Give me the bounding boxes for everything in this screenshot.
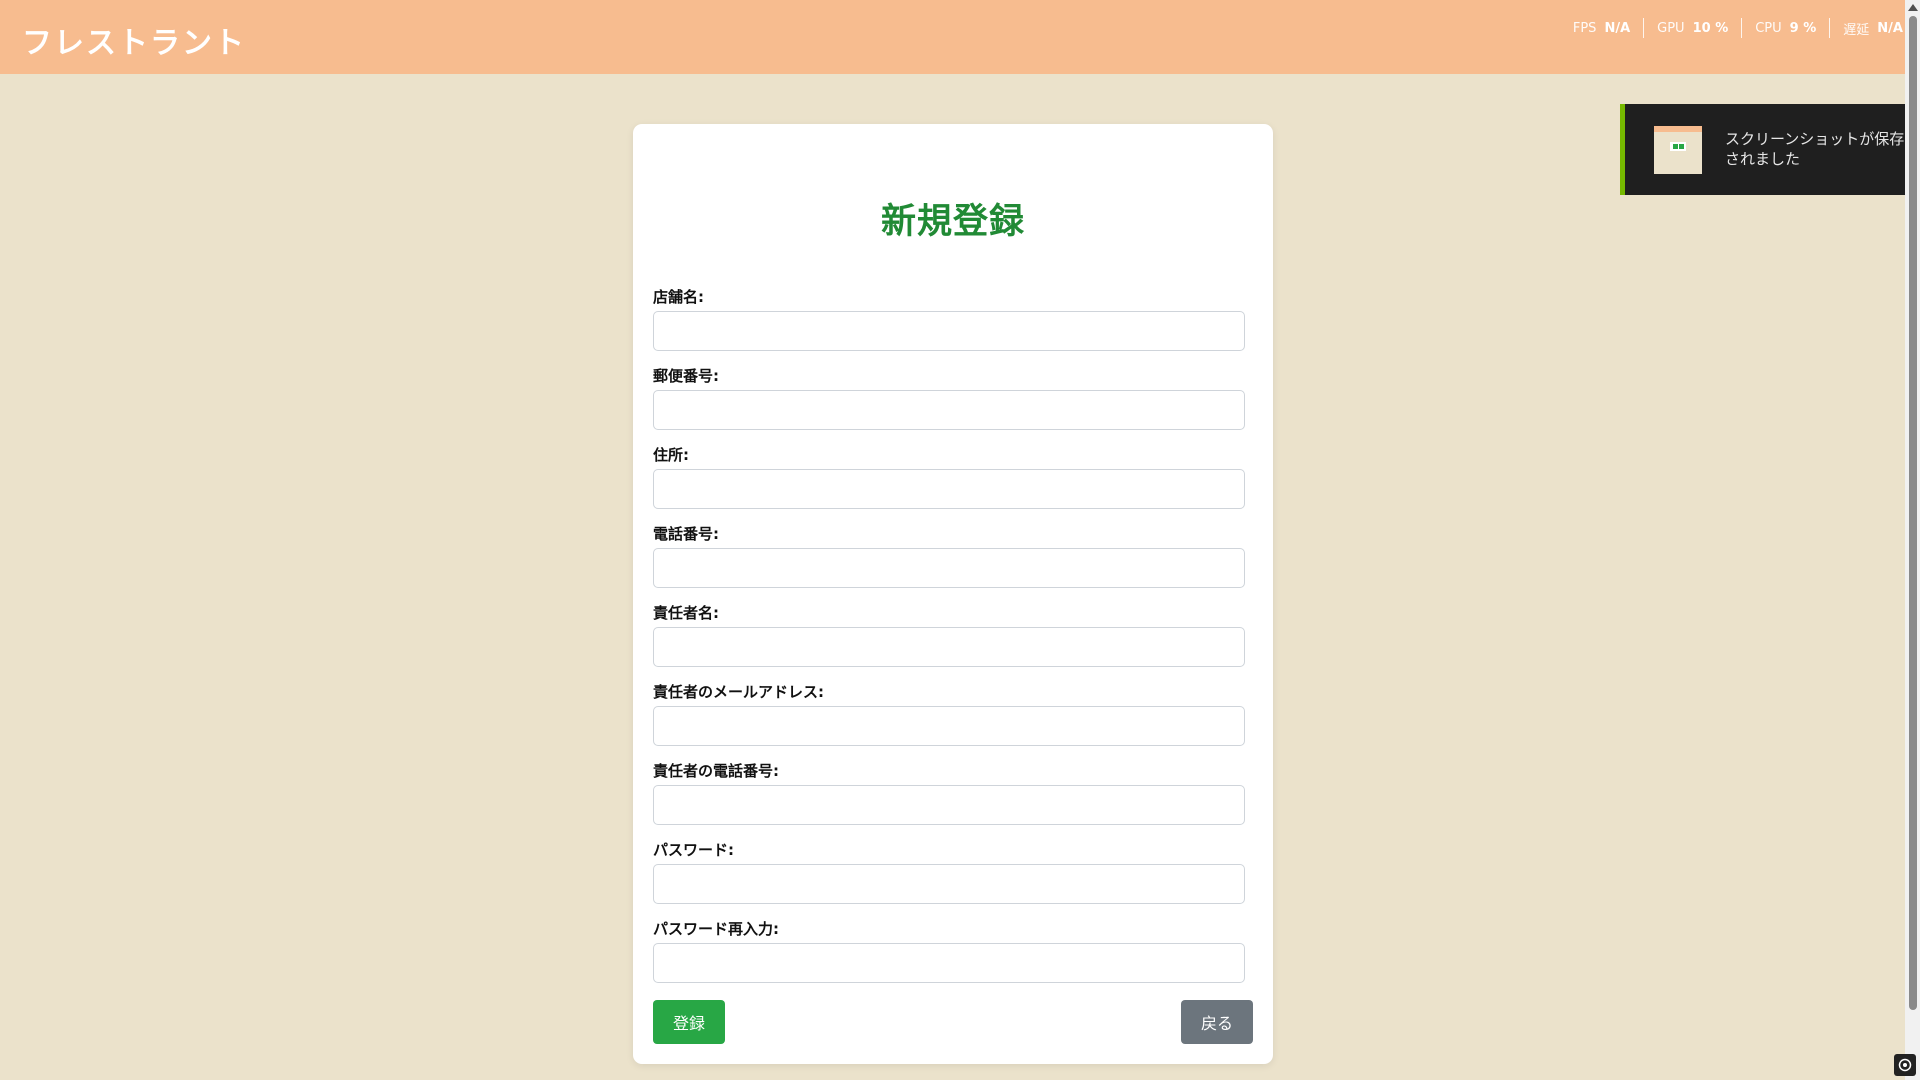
- gpu-stat: GPU 10 %: [1644, 18, 1743, 38]
- brand-logo-text[interactable]: フレストラント: [22, 18, 246, 62]
- manager-email-input[interactable]: [653, 706, 1245, 746]
- cpu-value: 9 %: [1789, 20, 1817, 36]
- phone-field: 電話番号:: [653, 523, 1245, 588]
- manager-name-field: 責任者名:: [653, 602, 1245, 667]
- page-title: 新規登録: [880, 202, 1025, 242]
- phone-input[interactable]: [653, 548, 1245, 588]
- store-name-input[interactable]: [653, 311, 1245, 351]
- postal-code-input[interactable]: [653, 390, 1245, 430]
- manager-phone-field: 責任者の電話番号:: [653, 760, 1245, 825]
- gpu-value: 10 %: [1692, 20, 1729, 36]
- manager-phone-label: 責任者の電話番号:: [653, 762, 779, 780]
- fps-value: N/A: [1604, 20, 1631, 36]
- cpu-stat: CPU 9 %: [1742, 18, 1831, 38]
- password-label: パスワード:: [653, 841, 734, 859]
- overlay-toggle-button[interactable]: [1894, 1054, 1916, 1076]
- cpu-label: CPU: [1755, 20, 1782, 36]
- store-name-field: 店舗名:: [653, 286, 1245, 351]
- password-confirm-field: パスワード再入力:: [653, 918, 1245, 983]
- address-field: 住所:: [653, 444, 1245, 509]
- fps-stat: FPS N/A: [1560, 18, 1645, 38]
- postal-code-field: 郵便番号:: [653, 365, 1245, 430]
- password-field: パスワード:: [653, 839, 1245, 904]
- manager-phone-input[interactable]: [653, 785, 1245, 825]
- address-input[interactable]: [653, 469, 1245, 509]
- scrollbar-thumb[interactable]: [1909, 16, 1917, 1010]
- thumbnail-preview-icon: [1670, 142, 1686, 151]
- performance-overlay: FPS N/A GPU 10 % CPU 9 % 遅延 N/A: [1560, 18, 1905, 38]
- register-button[interactable]: 登録: [653, 1000, 725, 1044]
- back-button[interactable]: 戻る: [1181, 1000, 1253, 1044]
- address-label: 住所:: [653, 446, 689, 464]
- store-name-label: 店舗名:: [653, 288, 704, 306]
- toast-message: スクリーンショットが保存されました: [1725, 130, 1905, 168]
- manager-name-label: 責任者名:: [653, 604, 719, 622]
- screenshot-thumbnail[interactable]: [1654, 126, 1702, 174]
- phone-label: 電話番号:: [653, 525, 719, 543]
- manager-email-field: 責任者のメールアドレス:: [653, 681, 1245, 746]
- manager-email-label: 責任者のメールアドレス:: [653, 683, 824, 701]
- gpu-label: GPU: [1657, 20, 1685, 36]
- manager-name-input[interactable]: [653, 627, 1245, 667]
- target-icon: [1898, 1058, 1912, 1072]
- latency-value: N/A: [1877, 20, 1903, 36]
- password-confirm-input[interactable]: [653, 943, 1245, 983]
- registration-card: 新規登録 店舗名: 郵便番号: 住所: 電話番号: 責任者名: 責任者のメールア…: [633, 124, 1273, 1064]
- scroll-up-arrow-icon[interactable]: [1908, 4, 1918, 11]
- password-confirm-label: パスワード再入力:: [653, 920, 779, 938]
- latency-stat: 遅延 N/A: [1830, 18, 1905, 38]
- vertical-scrollbar[interactable]: [1905, 0, 1920, 1080]
- screenshot-saved-toast[interactable]: スクリーンショットが保存されました: [1620, 104, 1920, 195]
- password-input[interactable]: [653, 864, 1245, 904]
- app-header: フレストラント FPS N/A GPU 10 % CPU 9 % 遅延 N/A: [0, 0, 1905, 74]
- latency-label: 遅延: [1843, 22, 1870, 38]
- fps-label: FPS: [1572, 20, 1597, 36]
- postal-code-label: 郵便番号:: [653, 367, 719, 385]
